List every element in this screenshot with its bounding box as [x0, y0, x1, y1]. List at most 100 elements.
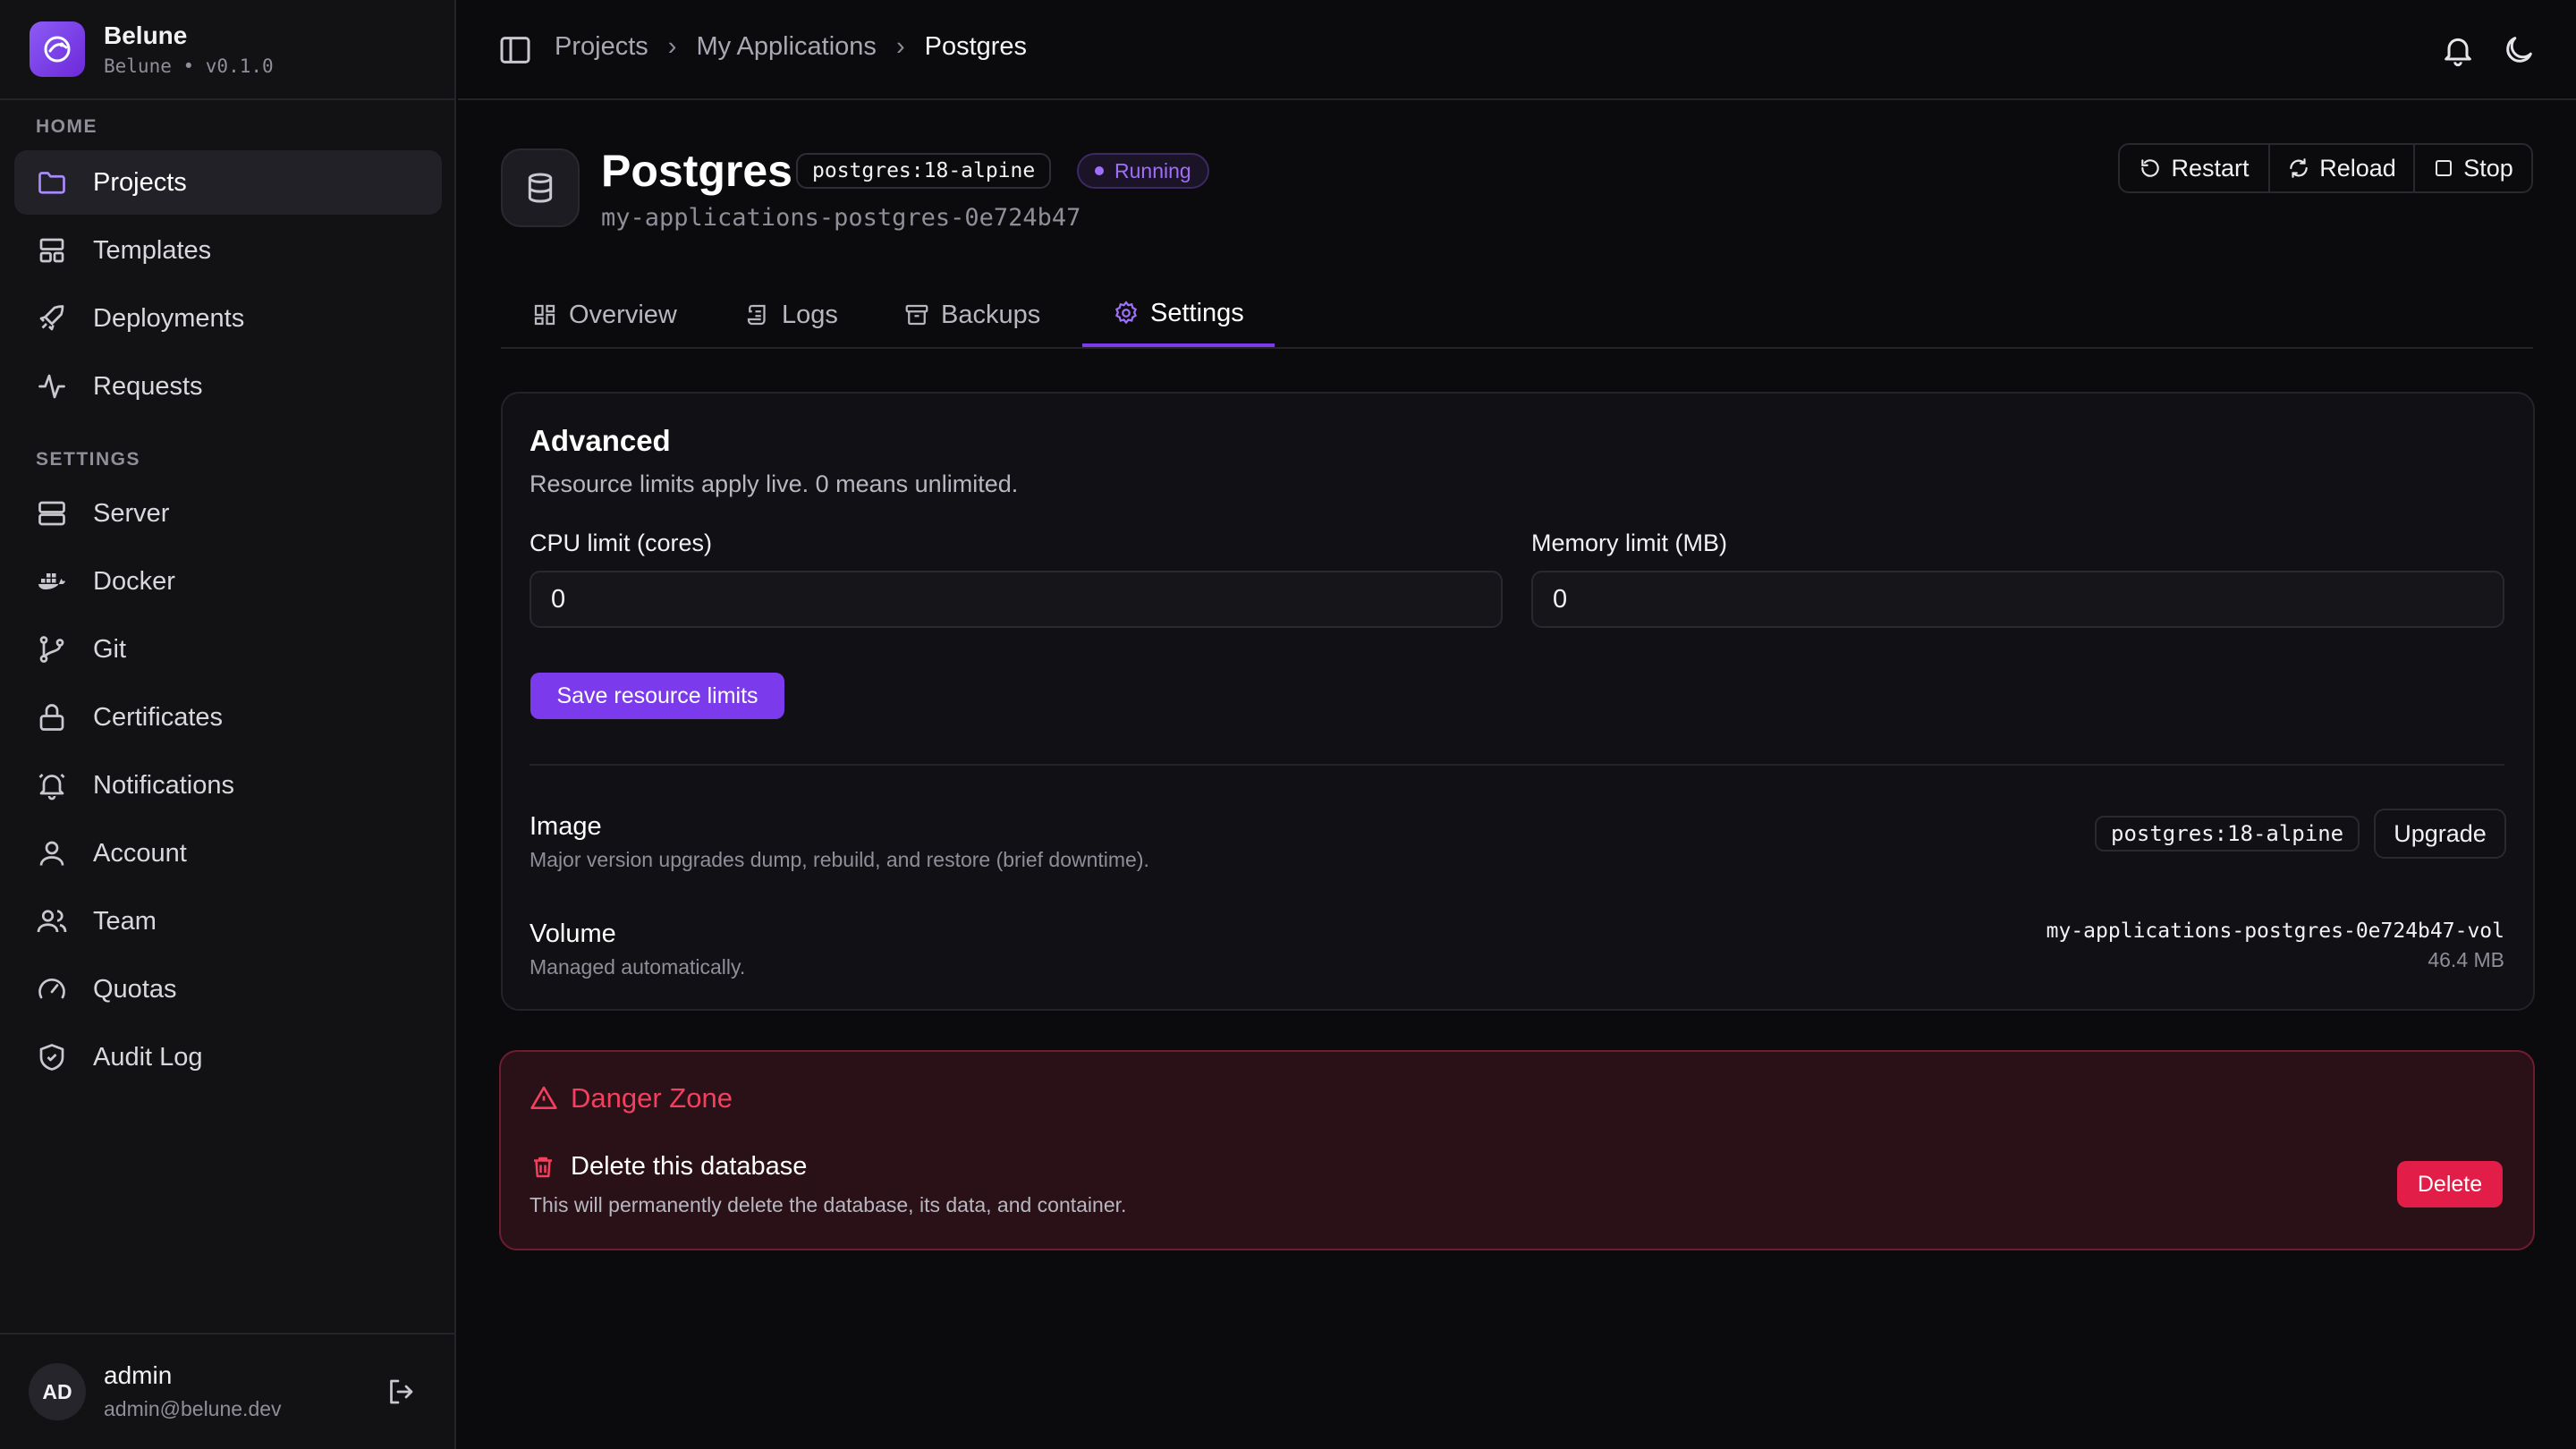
volume-name: my-applications-postgres-0e724b47-vol [2046, 919, 2504, 943]
breadcrumb: Projects › My Applications › Postgres [555, 32, 1027, 62]
sidebar-item-docker[interactable]: Docker [14, 549, 442, 614]
status-text: Running [1114, 158, 1191, 182]
sidebar-item-certificates[interactable]: Certificates [14, 685, 442, 750]
sidebar-item-git[interactable]: Git [14, 617, 442, 682]
sidebar-item-templates[interactable]: Templates [14, 218, 442, 283]
user-name: admin [104, 1361, 173, 1389]
sidebar-item-label: Team [93, 906, 157, 936]
chevron-right-icon: › [667, 32, 677, 61]
logout-icon[interactable] [385, 1376, 417, 1408]
nav-section-settings: SETTINGS [36, 449, 141, 470]
square-icon [2436, 160, 2453, 176]
theme-toggle-moon-icon[interactable] [2501, 32, 2537, 68]
reload-button[interactable]: Reload [2270, 145, 2415, 191]
gear-icon [1114, 301, 1138, 325]
status-badge: Running [1077, 153, 1209, 189]
volume-description: Managed automatically. [530, 955, 746, 979]
scroll-icon [747, 304, 766, 326]
tab-settings[interactable]: Settings [1082, 283, 1275, 347]
trash-icon [534, 1157, 552, 1177]
tab-bar: Overview Logs Backups Settings [501, 283, 2533, 349]
danger-zone-title: Danger Zone [530, 1082, 733, 1114]
sidebar-item-label: Account [93, 838, 187, 868]
sidebar-item-label: Quotas [93, 974, 177, 1004]
tab-logs[interactable]: Logs [714, 283, 869, 347]
sidebar-item-notifications[interactable]: Notifications [14, 753, 442, 818]
sidebar-item-server[interactable]: Server [14, 481, 442, 546]
reload-label: Reload [2319, 154, 2396, 182]
avatar[interactable]: AD [29, 1363, 86, 1420]
sidebar-item-deployments[interactable]: Deployments [14, 286, 442, 351]
image-description: Major version upgrades dump, rebuild, an… [530, 848, 1149, 871]
advanced-description: Resource limits apply live. 0 means unli… [530, 470, 1019, 497]
save-resource-limits-button[interactable]: Save resource limits [530, 673, 784, 719]
sidebar-item-label: Deployments [93, 303, 245, 333]
delete-database-label: Delete this database [571, 1152, 808, 1181]
restart-button[interactable]: Restart [2120, 145, 2270, 191]
notifications-bell-icon[interactable] [2440, 32, 2476, 68]
service-actions: Restart Reload Stop [2118, 143, 2533, 193]
sidebar-item-audit-log[interactable]: Audit Log [14, 1025, 442, 1089]
tab-backups[interactable]: Backups [873, 283, 1071, 347]
archive-icon [905, 304, 928, 326]
cpu-limit-label: CPU limit (cores) [530, 530, 713, 556]
memory-limit-label: Memory limit (MB) [1531, 530, 1727, 556]
brand-name: Belune [104, 21, 188, 49]
chevron-right-icon: › [895, 32, 905, 61]
sidebar-item-label: Notifications [93, 770, 234, 800]
sidebar-item-projects[interactable]: Projects [14, 150, 442, 215]
brand-version: Belune • v0.1.0 [104, 55, 274, 77]
image-value-badge: postgres:18-alpine [2095, 816, 2360, 852]
alert-triangle-icon [530, 1086, 557, 1109]
sidebar-item-label: Audit Log [93, 1042, 203, 1072]
folder-icon [38, 172, 65, 194]
breadcrumb-my-applications[interactable]: My Applications [696, 32, 877, 62]
divider [530, 764, 2504, 766]
database-icon [501, 148, 580, 227]
stop-button[interactable]: Stop [2415, 145, 2531, 191]
sidebar-toggle-icon[interactable] [497, 32, 533, 68]
git-branch-icon [39, 636, 64, 663]
sidebar-item-account[interactable]: Account [14, 821, 442, 886]
nav-section-home: HOME [36, 116, 97, 137]
danger-zone-card [499, 1050, 2535, 1250]
layout-icon [39, 238, 64, 263]
delete-button[interactable]: Delete [2397, 1161, 2503, 1208]
refresh-icon [2290, 158, 2308, 178]
bell-icon [38, 774, 65, 801]
memory-limit-input[interactable] [1531, 571, 2504, 628]
rocket-icon [39, 305, 64, 331]
sidebar-item-label: Docker [93, 566, 175, 596]
sidebar-item-label: Certificates [93, 702, 224, 732]
delete-database-title: Delete this database [530, 1152, 807, 1182]
user-icon [39, 841, 64, 866]
users-icon [37, 910, 67, 933]
restart-label: Restart [2171, 154, 2250, 182]
server-icon [38, 501, 65, 526]
lock-icon [39, 704, 64, 731]
upgrade-button[interactable]: Upgrade [2374, 809, 2506, 859]
activity-icon [38, 374, 65, 399]
sidebar-item-requests[interactable]: Requests [14, 354, 442, 419]
belune-logo-icon[interactable] [30, 21, 85, 77]
delete-database-description: This will permanently delete the databas… [530, 1193, 1127, 1216]
image-badge: postgres:18-alpine [796, 153, 1052, 189]
sidebar-item-quotas[interactable]: Quotas [14, 957, 442, 1021]
user-email: admin@belune.dev [104, 1397, 282, 1420]
dashboard-icon [534, 304, 555, 326]
sidebar-item-label: Templates [93, 235, 212, 265]
volume-title: Volume [530, 919, 616, 948]
sidebar-item-label: Git [93, 634, 127, 664]
tab-label: Overview [569, 300, 677, 329]
cpu-limit-input[interactable] [530, 571, 1503, 628]
tab-overview[interactable]: Overview [501, 283, 708, 347]
breadcrumb-projects[interactable]: Projects [555, 32, 648, 62]
sidebar: Belune Belune • v0.1.0 HOME Projects Tem… [0, 0, 456, 1449]
shield-check-icon [39, 1044, 64, 1071]
tab-label: Logs [782, 300, 838, 329]
volume-size: 46.4 MB [2428, 948, 2504, 971]
tab-label: Backups [941, 300, 1041, 329]
sidebar-item-team[interactable]: Team [14, 889, 442, 953]
sidebar-item-label: Projects [93, 167, 187, 197]
rotate-ccw-icon [2141, 159, 2160, 177]
